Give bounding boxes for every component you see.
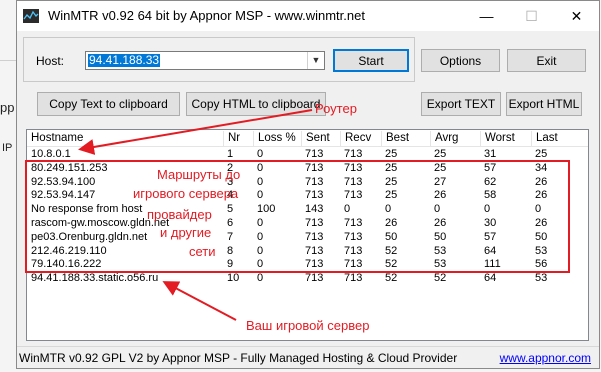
background-divider (0, 60, 16, 61)
column-header-loss[interactable]: Loss % (253, 131, 301, 146)
column-header-recv[interactable]: Recv (340, 131, 381, 146)
options-button[interactable]: Options (421, 49, 500, 72)
annotation-routes-line2: игрового сервера (133, 186, 239, 201)
table-header: Hostname Nr Loss % Sent Recv Best Avrg W… (27, 130, 588, 147)
host-input-value[interactable]: 94.41.188.33 (88, 54, 161, 67)
appnor-link[interactable]: www.appnor.com (500, 351, 591, 365)
table-cell-recv: 713 (344, 272, 363, 285)
routes-highlight-box (25, 160, 570, 273)
annotation-routes-line4: и другие (160, 225, 212, 240)
annotation-routes-line5: сети (189, 244, 216, 259)
close-button[interactable]: ✕ (554, 1, 599, 31)
table-cell-last: 53 (535, 272, 548, 285)
table-cell-sent: 713 (305, 272, 324, 285)
table-cell-loss: 0 (257, 272, 264, 285)
annotation-routes-line3: провайдер (147, 207, 212, 222)
table-cell-best: 52 (385, 272, 398, 285)
background-ip-fragment: IP (2, 142, 13, 154)
column-header-sent[interactable]: Sent (301, 131, 340, 146)
column-header-last[interactable]: Last (531, 131, 588, 146)
export-text-button[interactable]: Export TEXT (421, 92, 501, 116)
window-title: WinMTR v0.92 64 bit by Appnor MSP - www.… (48, 8, 365, 23)
table-row[interactable]: 94.41.188.33.static.o56.ru 10 0 713 713 52 52 6… (27, 272, 588, 285)
column-header-best[interactable]: Best (381, 131, 430, 146)
table-cell-worst: 64 (484, 272, 497, 285)
column-header-nr[interactable]: Nr (223, 131, 253, 146)
table-cell-nr: 10 (227, 272, 240, 285)
column-header-worst[interactable]: Worst (480, 131, 531, 146)
annotation-router: Роутер (315, 101, 357, 116)
copy-text-button[interactable]: Copy Text to clipboard (37, 92, 180, 116)
exit-button[interactable]: Exit (507, 49, 586, 72)
table-cell-avrg: 52 (434, 272, 447, 285)
annotation-routes-line1: Маршруты до (157, 167, 241, 182)
title-bar: WinMTR v0.92 64 bit by Appnor MSP - www.… (17, 1, 599, 31)
maximize-button[interactable]: ☐ (509, 1, 554, 31)
copy-html-button[interactable]: Copy HTML to clipboard (186, 92, 326, 116)
status-bar: WinMTR v0.92 GPL V2 by Appnor MSP - Full… (17, 346, 599, 368)
table-cell-hostname: 94.41.188.33.static.o56.ru (31, 272, 159, 285)
status-text: WinMTR v0.92 GPL V2 by Appnor MSP - Full… (19, 351, 458, 365)
column-header-avrg[interactable]: Avrg (430, 131, 480, 146)
annotation-server: Ваш игровой сервер (246, 318, 370, 333)
host-label: Host: (36, 54, 65, 68)
chevron-down-icon[interactable]: ▼ (307, 52, 324, 69)
start-button[interactable]: Start (333, 49, 409, 72)
host-combobox[interactable]: 94.41.188.33 ▼ (85, 51, 325, 70)
export-html-button[interactable]: Export HTML (506, 92, 582, 116)
background-text-fragment: pp (0, 100, 15, 115)
winmtr-app-icon (23, 9, 39, 23)
minimize-button[interactable]: — (464, 1, 509, 31)
column-header-hostname[interactable]: Hostname (27, 131, 223, 146)
